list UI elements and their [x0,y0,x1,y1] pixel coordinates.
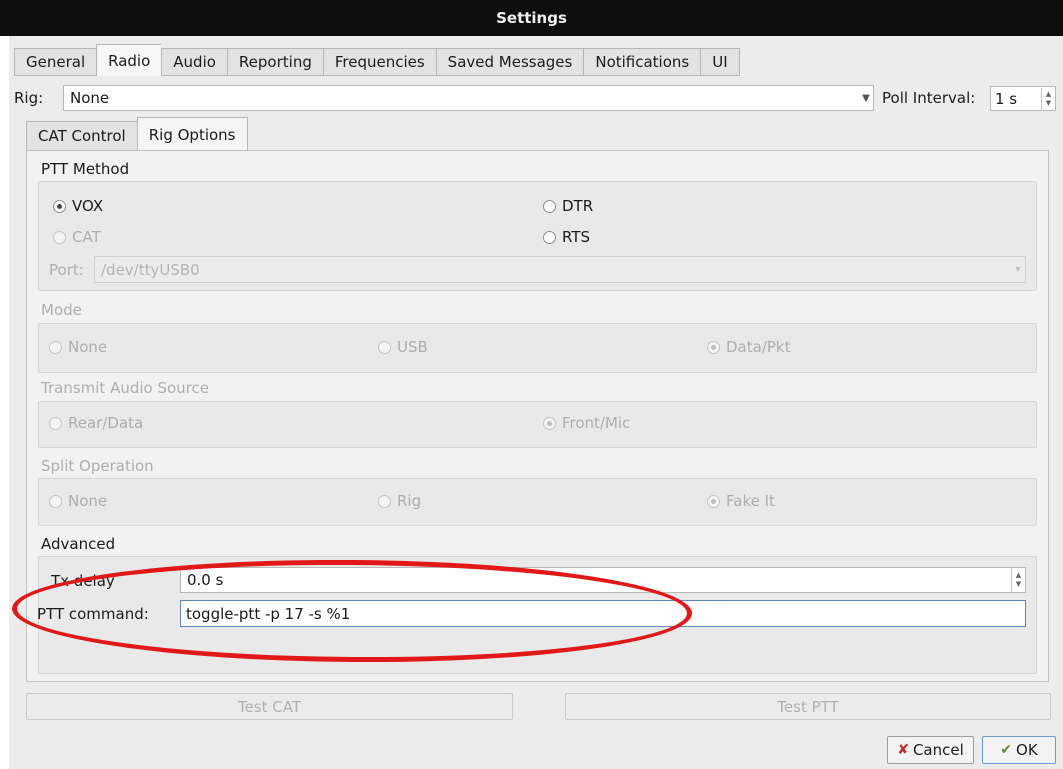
chevron-down-icon: ▾ [1015,264,1021,275]
poll-interval-label: Poll Interval: [882,89,976,107]
split-operation-group [38,478,1037,526]
tab-radio[interactable]: Radio [96,44,162,76]
advanced-title: Advanced [41,535,116,553]
radio-unchecked-icon [378,494,391,508]
radio-mode-none-label: None [68,338,108,356]
radio-unchecked-icon [49,494,62,508]
spin-arrows-icon[interactable]: ▲ ▼ [1041,87,1055,110]
radio-cat-label: CAT [72,228,101,246]
test-cat-button[interactable]: Test CAT [26,693,513,720]
tab-saved-messages[interactable]: Saved Messages [435,48,584,76]
poll-interval-value: 1 s [995,89,1018,108]
poll-interval-spinbox[interactable]: 1 s ▲ ▼ [990,86,1056,111]
ptt-command-label: PTT command: [37,605,149,623]
radio-dtr-label: DTR [562,197,594,215]
radio-mode-data-label: Data/Pkt [726,338,791,356]
radio-split-fake[interactable]: Fake It [707,492,775,510]
cancel-button[interactable]: ✘ Cancel [887,736,974,764]
radio-dtr[interactable]: DTR [543,197,593,215]
radio-rear-data-label: Rear/Data [68,414,144,432]
radio-mode-none[interactable]: None [49,338,107,356]
tx-delay-value: 0.0 s [187,571,224,589]
radio-unchecked-icon [378,340,391,354]
sub-tab-bar: CAT Control Rig Options [26,117,248,151]
spin-arrows-icon[interactable]: ▲ ▼ [1011,569,1025,591]
ok-button-label: OK [1016,741,1038,759]
chevron-down-icon: ▼ [862,92,870,104]
radio-split-none-label: None [68,492,108,510]
tab-general[interactable]: General [14,48,97,76]
radio-unchecked-icon [49,340,62,354]
radio-mode-usb[interactable]: USB [378,338,428,356]
radio-unchecked-icon [49,416,62,430]
main-tab-bar: General Radio Audio Reporting Frequencie… [14,44,740,76]
radio-cat[interactable]: CAT [53,228,101,246]
tab-rig-options[interactable]: Rig Options [136,117,248,151]
tx-audio-title: Transmit Audio Source [41,379,209,397]
radio-checked-icon [707,494,720,508]
rig-select-value: None [70,89,110,107]
radio-vox[interactable]: VOX [53,197,103,215]
test-ptt-button[interactable]: Test PTT [565,693,1051,720]
radio-mode-usb-label: USB [397,338,428,356]
ok-button[interactable]: ✔ OK [982,736,1056,764]
ptt-method-title: PTT Method [41,160,130,178]
radio-rts[interactable]: RTS [543,228,590,246]
radio-unchecked-icon [543,230,556,244]
rig-label: Rig: [14,89,44,107]
rig-select[interactable]: None ▼ [63,85,874,111]
radio-checked-icon [707,340,720,354]
tab-audio[interactable]: Audio [161,48,227,76]
radio-mode-data[interactable]: Data/Pkt [707,338,790,356]
tx-delay-spinbox[interactable]: 0.0 s ▲ ▼ [180,567,1026,593]
tab-ui[interactable]: UI [700,48,740,76]
tab-reporting[interactable]: Reporting [226,48,323,76]
tx-delay-label: Tx delay [51,572,115,590]
radio-split-rig[interactable]: Rig [378,492,421,510]
radio-unchecked-icon [543,199,556,213]
mode-group [38,323,1037,373]
radio-rear-data[interactable]: Rear/Data [49,414,143,432]
radio-split-none[interactable]: None [49,492,107,510]
cancel-x-icon: ✘ [897,742,909,758]
radio-vox-label: VOX [72,197,104,215]
tab-cat-control[interactable]: CAT Control [26,121,137,151]
radio-split-fake-label: Fake It [726,492,775,510]
split-operation-title: Split Operation [41,457,154,475]
tab-frequencies[interactable]: Frequencies [322,48,436,76]
radio-checked-icon [543,416,556,430]
tab-notifications[interactable]: Notifications [583,48,701,76]
radio-split-rig-label: Rig [397,492,422,510]
window-title: Settings [496,9,567,27]
tx-audio-group [38,401,1037,448]
cancel-button-label: Cancel [912,741,964,759]
ptt-command-input[interactable]: toggle-ptt -p 17 -s %1 [180,600,1026,627]
radio-front-mic[interactable]: Front/Mic [543,414,630,432]
ok-checkmark-icon: ✔ [1000,742,1013,758]
mode-title: Mode [41,301,82,319]
port-label: Port: [49,261,84,279]
window-titlebar: Settings [0,0,1063,36]
radio-rts-label: RTS [562,228,591,246]
radio-unchecked-icon [53,230,66,244]
port-select-value: /dev/ttyUSB0 [101,260,200,279]
port-select[interactable]: /dev/ttyUSB0 ▾ [94,256,1026,283]
radio-checked-icon [53,199,66,213]
radio-front-mic-label: Front/Mic [562,414,631,432]
